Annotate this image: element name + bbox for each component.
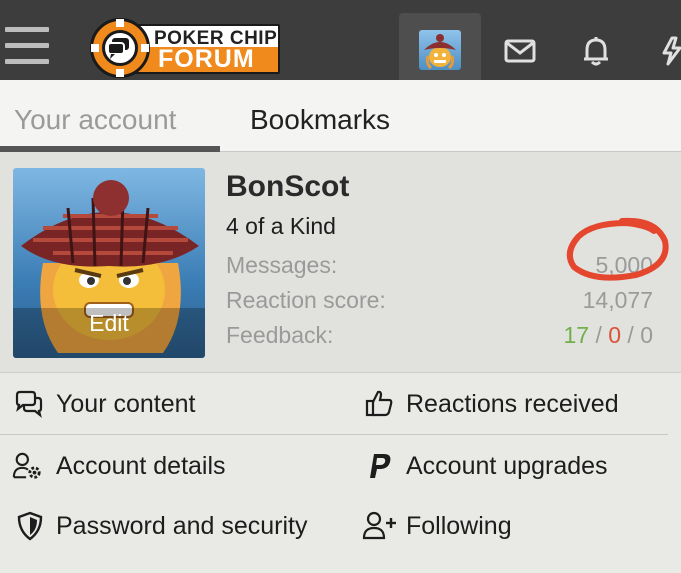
comments-icon [15, 390, 43, 418]
menu-following[interactable]: Following [406, 512, 512, 541]
avatar[interactable] [419, 30, 461, 70]
chat-bubble-icon [107, 38, 129, 59]
bolt-icon[interactable] [660, 36, 681, 66]
profile-avatar[interactable]: Edit [13, 168, 205, 358]
menu-your-content[interactable]: Your content [56, 390, 195, 419]
menu-password-security[interactable]: Password and security [56, 512, 308, 541]
reaction-score-label: Reaction score: [226, 287, 386, 313]
menu-reactions-received[interactable]: Reactions received [406, 390, 619, 419]
account-tabs: Your account Bookmarks [0, 80, 681, 152]
feedback-label: Feedback: [226, 322, 334, 348]
feedback-neutral: 0 [640, 322, 653, 348]
messages-label: Messages: [226, 252, 338, 278]
paypal-icon [370, 454, 391, 478]
user-plus-icon [362, 511, 396, 540]
logo-bottom-text: FORUM [132, 47, 278, 72]
user-cog-icon [12, 452, 41, 479]
reaction-score-value[interactable]: 14,077 [583, 287, 653, 314]
user-rank: 4 of a Kind [226, 213, 336, 239]
menu-icon[interactable] [5, 27, 49, 67]
feedback-separator: / [627, 322, 634, 348]
menu-account-details[interactable]: Account details [56, 452, 226, 481]
menu-account-upgrades[interactable]: Account upgrades [406, 452, 608, 481]
feedback-separator: / [595, 322, 602, 348]
top-bar: POKER CHIP FORUM [0, 0, 681, 80]
shield-icon [17, 511, 43, 541]
menu-divider [0, 434, 668, 435]
thumbs-up-icon [365, 390, 393, 417]
logo-wordmark: POKER CHIP FORUM [130, 24, 280, 74]
tab-bookmarks[interactable]: Bookmarks [250, 104, 390, 136]
bell-icon[interactable] [579, 36, 613, 66]
feedback-negative: 0 [608, 322, 622, 348]
poker-chip-icon [90, 18, 150, 78]
username[interactable]: BonScot [226, 170, 349, 204]
red-circle-annotation [566, 217, 669, 281]
feedback-value[interactable]: 17 / 0 / 0 [563, 322, 653, 349]
feedback-positive: 17 [563, 322, 590, 348]
tab-your-account[interactable]: Your account [14, 104, 176, 136]
avatar-edit-label[interactable]: Edit [13, 310, 205, 337]
mail-icon[interactable] [503, 36, 537, 66]
forum-logo[interactable]: POKER CHIP FORUM [90, 18, 282, 80]
